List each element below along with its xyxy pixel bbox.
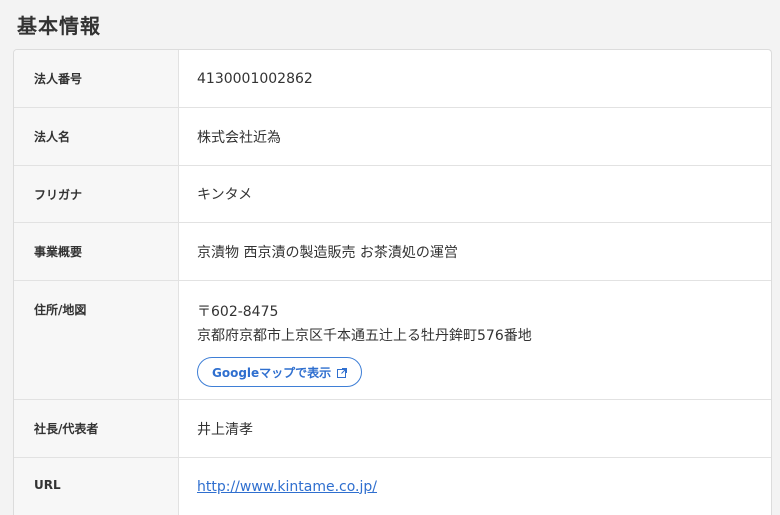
row-label: 法人番号 — [14, 50, 179, 107]
postal-code: 〒602-8475 — [197, 304, 279, 320]
map-button-label: Googleマップで表示 — [212, 365, 332, 380]
table-row-url: URL http://www.kintame.co.jp/ — [14, 458, 771, 515]
row-value: 京漬物 西京漬の製造販売 お茶漬処の運営 — [197, 244, 458, 261]
url-cell: http://www.kintame.co.jp/ — [179, 458, 771, 515]
table-row-furigana: フリガナ キンタメ — [14, 166, 771, 223]
row-label: 事業概要 — [14, 223, 179, 280]
table-row-address: 住所/地図 〒602-8475 京都府京都市上京区千本通五辻上る牡丹鉾町576番… — [14, 281, 771, 400]
address-cell: 〒602-8475 京都府京都市上京区千本通五辻上る牡丹鉾町576番地 Goog… — [179, 281, 771, 399]
row-value: 4130001002862 — [197, 70, 313, 87]
table-row-corporate-name: 法人名 株式会社近為 — [14, 108, 771, 166]
website-link[interactable]: http://www.kintame.co.jp/ — [197, 479, 771, 495]
company-info-page: 基本情報 法人番号 4130001002862 法人名 株式会社近為 フリガナ … — [0, 0, 780, 515]
external-link-icon — [337, 367, 348, 378]
section-title: 基本情報 — [17, 14, 101, 38]
row-label: URL — [14, 458, 179, 515]
row-label: 法人名 — [14, 108, 179, 165]
table-row-corporate-number: 法人番号 4130001002862 — [14, 50, 771, 108]
table-row-representative: 社長/代表者 井上清孝 — [14, 400, 771, 458]
row-value: 株式会社近為 — [197, 129, 281, 146]
row-label: 住所/地図 — [14, 281, 179, 399]
google-map-button[interactable]: Googleマップで表示 — [197, 357, 363, 387]
row-label: 社長/代表者 — [14, 400, 179, 457]
table-row-business-summary: 事業概要 京漬物 西京漬の製造販売 お茶漬処の運営 — [14, 223, 771, 281]
row-label: フリガナ — [14, 166, 179, 222]
basic-info-table: 法人番号 4130001002862 法人名 株式会社近為 フリガナ キンタメ … — [13, 49, 772, 515]
row-value: キンタメ — [197, 187, 253, 203]
address-text: 京都府京都市上京区千本通五辻上る牡丹鉾町576番地 — [197, 328, 532, 344]
row-value: 井上清孝 — [197, 421, 253, 438]
